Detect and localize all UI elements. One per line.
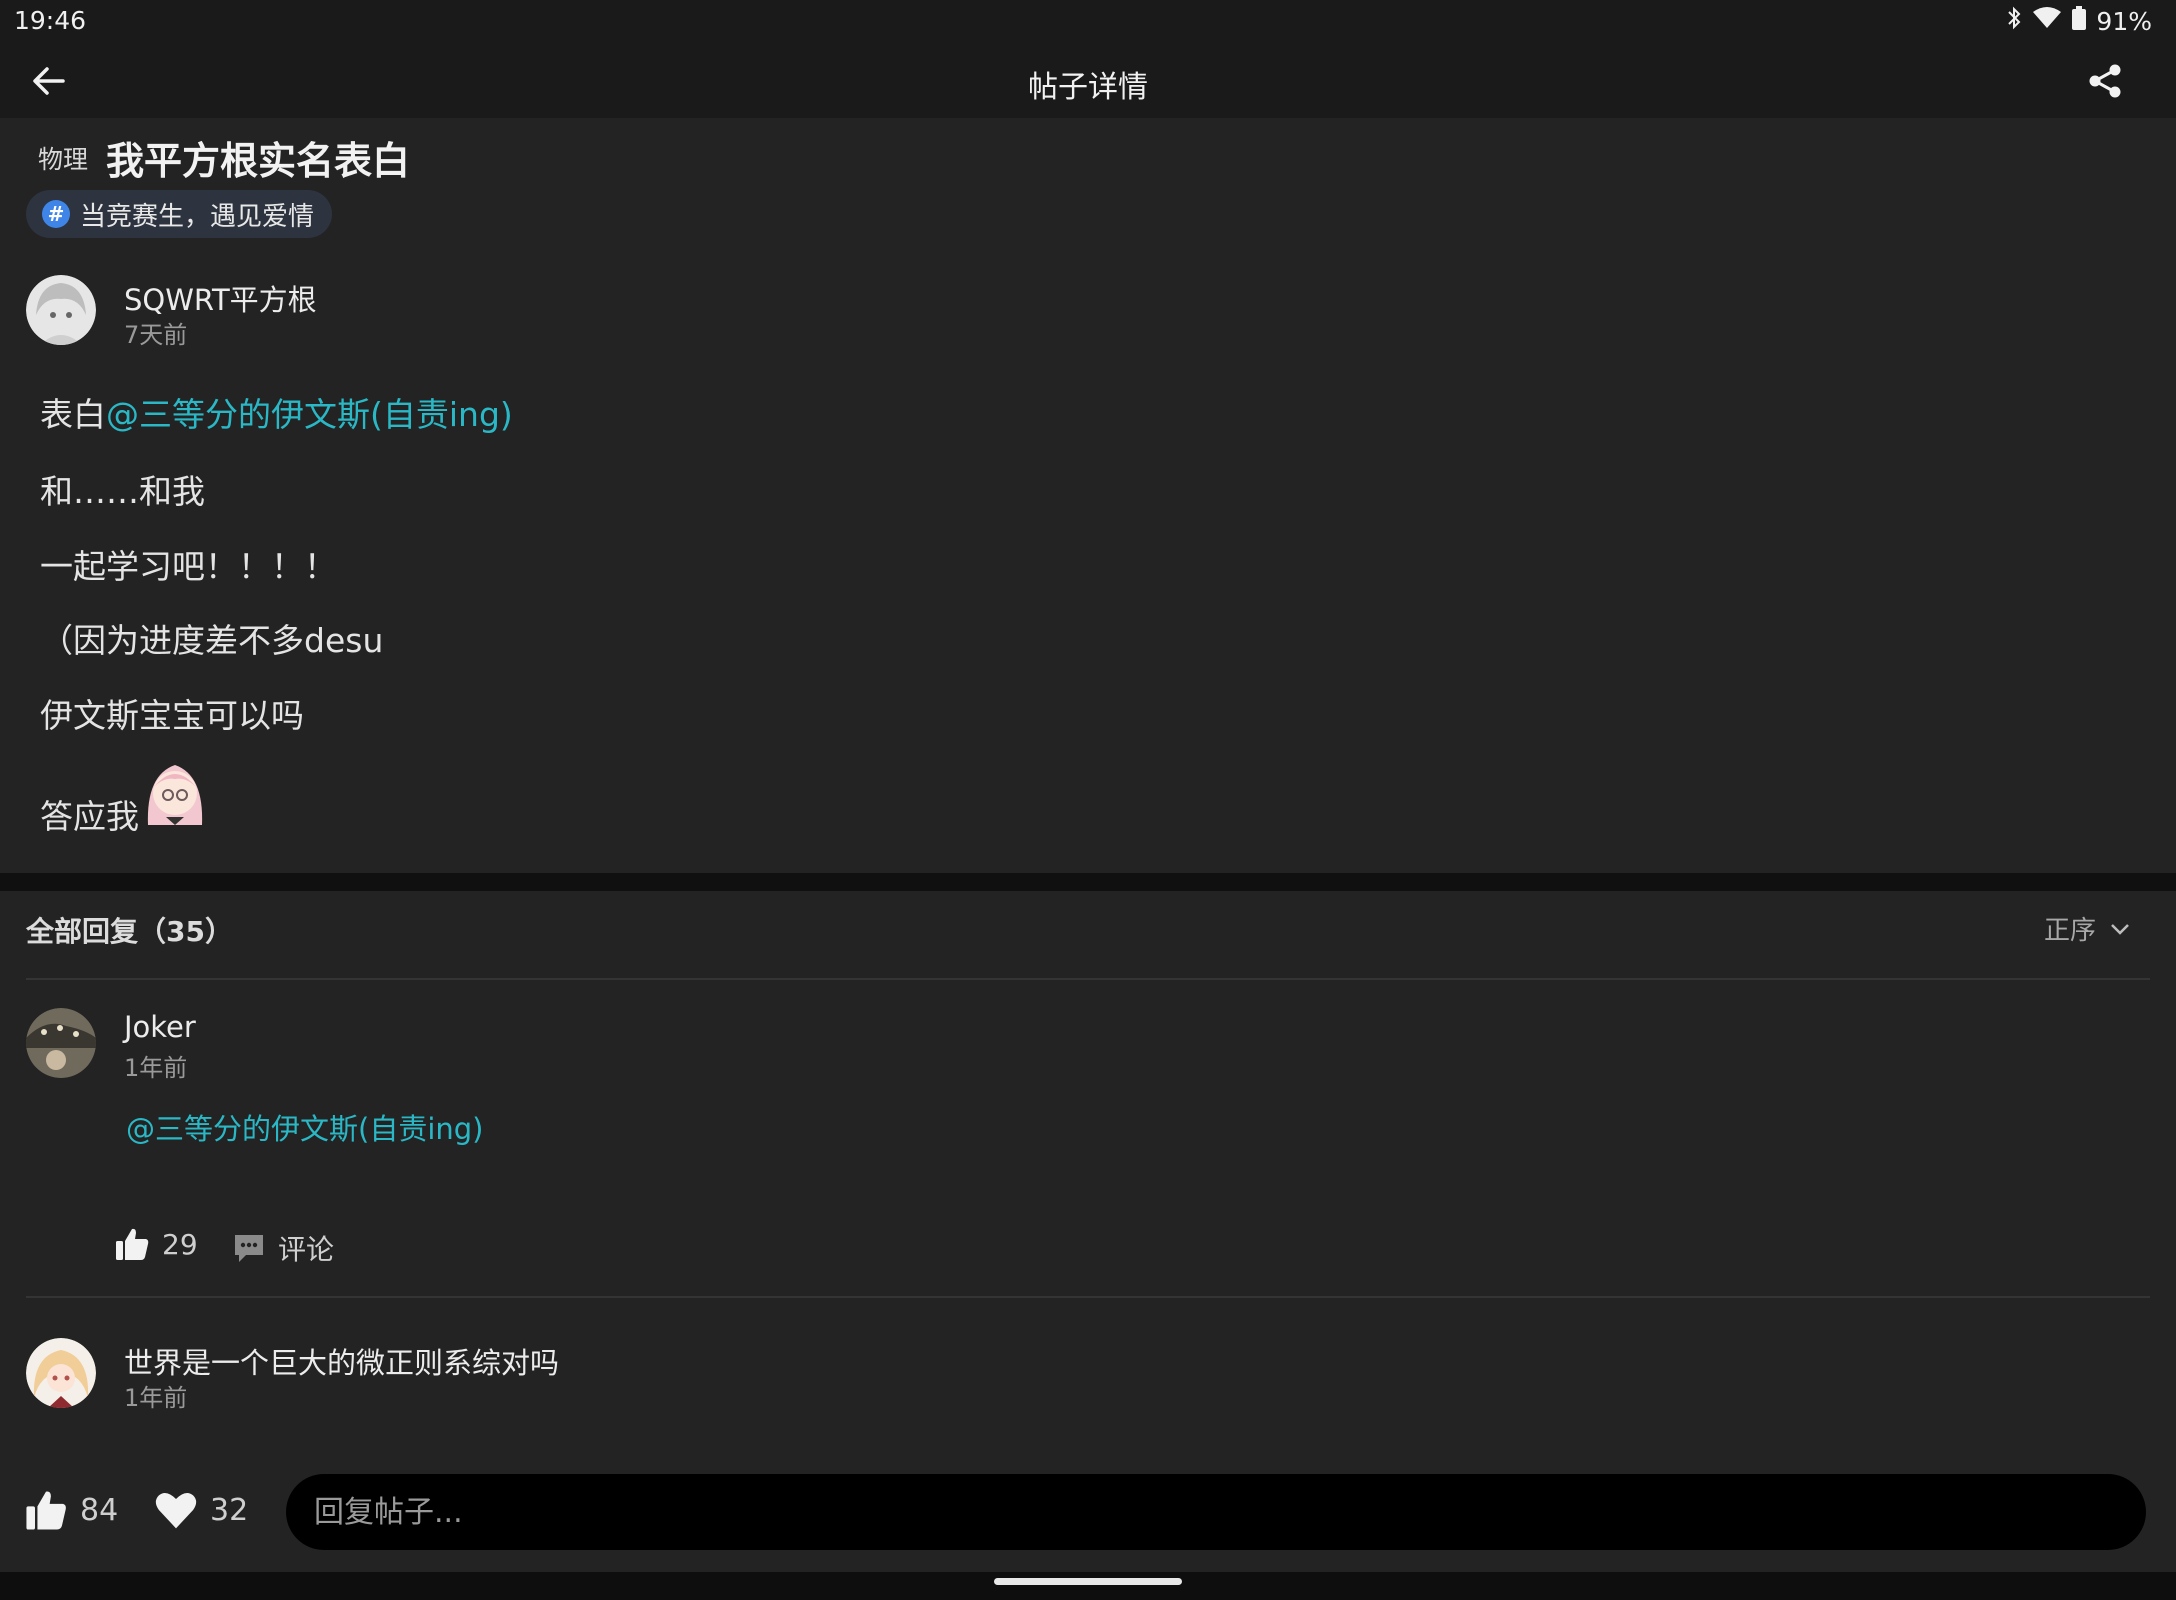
status-bar: 19:46 91% — [0, 0, 2176, 42]
post-time: 7天前 — [124, 321, 188, 349]
battery-percent: 91% — [2096, 6, 2152, 36]
author-avatar[interactable] — [26, 275, 96, 345]
reply-like-count: 29 — [162, 1227, 198, 1261]
comment-icon — [235, 1235, 263, 1262]
reply-avatar[interactable] — [26, 1008, 96, 1078]
reply-comment-label: 评论 — [278, 1233, 335, 1266]
divider — [26, 978, 2150, 980]
post-body-line-5: 伊文斯宝宝可以吗 — [40, 696, 304, 735]
sort-label: 正序 — [2043, 916, 2096, 946]
thumbs-up-icon — [116, 1228, 149, 1260]
wifi-icon — [2032, 6, 2062, 36]
thumbs-up-icon — [26, 1491, 66, 1530]
heart-icon — [155, 1492, 197, 1529]
replies-header: 全部回复（35） — [26, 915, 233, 948]
status-time: 19:46 — [14, 6, 87, 35]
post-body-line-2: 和……和我 — [40, 472, 205, 511]
post-favorite-count: 32 — [210, 1492, 249, 1528]
post-body-line-3: 一起学习吧！！！！ — [40, 547, 337, 586]
reply-avatar[interactable] — [26, 1338, 96, 1408]
battery-icon — [2072, 6, 2087, 36]
post-subject-tag: 物理 — [38, 145, 89, 174]
post-body-line-4: （因为进度差不多desu — [40, 621, 384, 660]
author-name[interactable]: SQWRT平方根 — [124, 277, 317, 319]
reply-comment-button[interactable]: 评论 — [232, 1228, 334, 1268]
bottom-bar: 84 32 — [0, 1448, 2176, 1572]
page-title: 帖子详情 — [1028, 70, 1148, 105]
reply-author[interactable]: 世界是一个巨大的微正则系综对吗 — [124, 1340, 559, 1382]
reply-time: 1年前 — [124, 1384, 188, 1412]
post-body-line-6: 答应我 — [40, 797, 139, 836]
home-gesture-handle[interactable] — [994, 1578, 1182, 1585]
reply-input[interactable] — [286, 1474, 2146, 1550]
app-bar: 帖子详情 — [0, 42, 2176, 118]
reply-mention-link[interactable]: @三等分的伊文斯(自责ing) — [126, 1106, 483, 1148]
share-button[interactable] — [2082, 58, 2128, 104]
divider — [26, 1296, 2150, 1298]
topic-label: 当竞赛生，遇见爱情 — [80, 201, 315, 232]
section-divider — [0, 873, 2176, 891]
post-body-line-1: 表白@三等分的伊文斯(自责ing) — [40, 388, 513, 436]
reply-time: 1年前 — [124, 1054, 188, 1082]
topic-chip[interactable]: # 当竞赛生，遇见爱情 — [26, 190, 333, 238]
system-nav-bar — [0, 1572, 2176, 1600]
reply-like-button[interactable]: 29 — [114, 1226, 198, 1262]
bluetooth-icon — [2006, 6, 2022, 36]
post-like-count: 84 — [80, 1492, 119, 1528]
share-icon — [2089, 64, 2121, 98]
chevron-down-icon — [2111, 923, 2129, 935]
post-favorite-button[interactable]: 32 — [154, 1488, 248, 1532]
post-like-button[interactable]: 84 — [24, 1488, 118, 1532]
status-icons: 91% — [2006, 6, 2152, 36]
reply-author[interactable]: Joker — [124, 1010, 196, 1044]
mention-link[interactable]: @三等分的伊文斯(自责ing) — [106, 395, 513, 434]
sticker-image — [142, 755, 208, 831]
post-title: 我平方根实名表白 — [106, 139, 411, 183]
hashtag-icon: # — [42, 200, 70, 228]
sort-dropdown[interactable]: 正序 — [2044, 910, 2132, 947]
body-text: 表白 — [40, 395, 106, 434]
